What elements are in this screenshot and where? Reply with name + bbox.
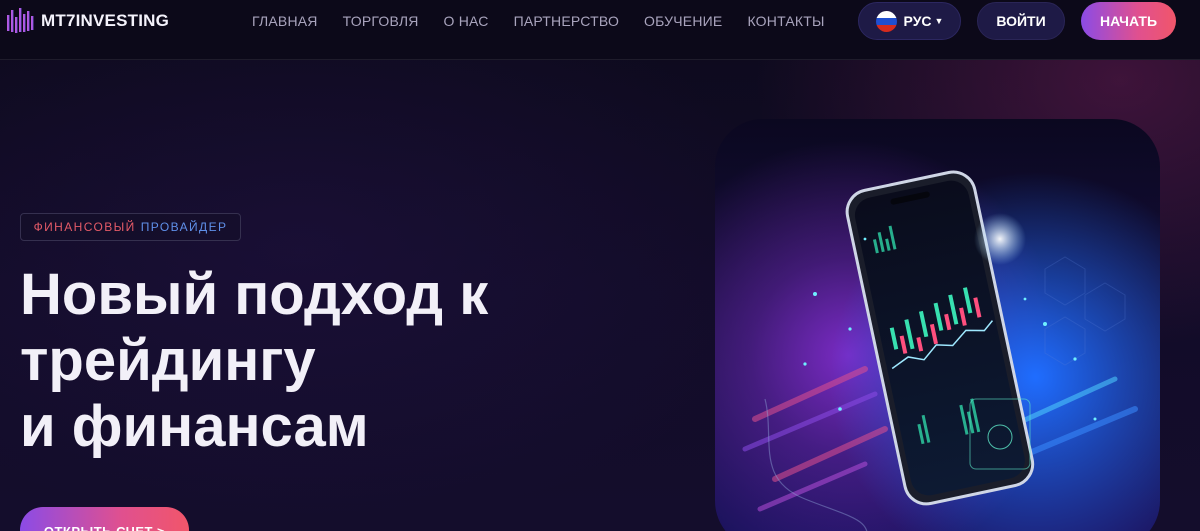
site-header: MT7INVESTING ГЛАВНАЯ ТОРГОВЛЯ О НАС ПАРТ… bbox=[0, 0, 1200, 60]
page: MT7INVESTING ГЛАВНАЯ ТОРГОВЛЯ О НАС ПАРТ… bbox=[0, 0, 1200, 531]
nav-item-education[interactable]: ОБУЧЕНИЕ bbox=[644, 12, 722, 30]
hero-title-line-1: Новый подход к bbox=[20, 262, 489, 327]
nav-item-about[interactable]: О НАС bbox=[444, 12, 489, 30]
nav-item-home[interactable]: ГЛАВНАЯ bbox=[252, 12, 318, 30]
logo-icon bbox=[7, 8, 34, 33]
nav-item-trading[interactable]: ТОРГОВЛЯ bbox=[343, 12, 419, 30]
phone-trading-illustration bbox=[742, 170, 1138, 531]
hero-illustration bbox=[715, 119, 1160, 531]
main-nav: ГЛАВНАЯ ТОРГОВЛЯ О НАС ПАРТНЕРСТВО ОБУЧЕ… bbox=[252, 12, 850, 30]
start-button[interactable]: НАЧАТЬ bbox=[1081, 2, 1176, 40]
logo-text: MT7INVESTING bbox=[41, 11, 170, 30]
russia-flag-icon bbox=[875, 10, 897, 32]
nav-item-contacts[interactable]: КОНТАКТЫ bbox=[747, 12, 824, 30]
badge-text-financial: ФИНАНСОВЫЙ bbox=[33, 220, 136, 234]
hero-badge: ФИНАНСОВЫЙ ПРОВАЙДЕР bbox=[20, 213, 241, 241]
badge-text-provider: ПРОВАЙДЕР bbox=[140, 220, 228, 234]
open-account-button[interactable]: ОТКРЫТЬ СЧЕТ > bbox=[20, 507, 189, 531]
language-selector[interactable]: РУС ▼ bbox=[858, 2, 961, 40]
hero-title-line-2: трейдингу bbox=[20, 328, 316, 393]
language-label: РУС bbox=[903, 13, 932, 29]
hero-title-line-3: и финансам bbox=[20, 394, 369, 459]
logo[interactable]: MT7INVESTING bbox=[6, 6, 169, 36]
chevron-down-icon: ▼ bbox=[934, 16, 944, 26]
hero-title: Новый подход к трейдингу и финансам bbox=[20, 262, 620, 460]
login-button[interactable]: ВОЙТИ bbox=[977, 2, 1065, 40]
nav-item-partnership[interactable]: ПАРТНЕРСТВО bbox=[514, 12, 619, 30]
